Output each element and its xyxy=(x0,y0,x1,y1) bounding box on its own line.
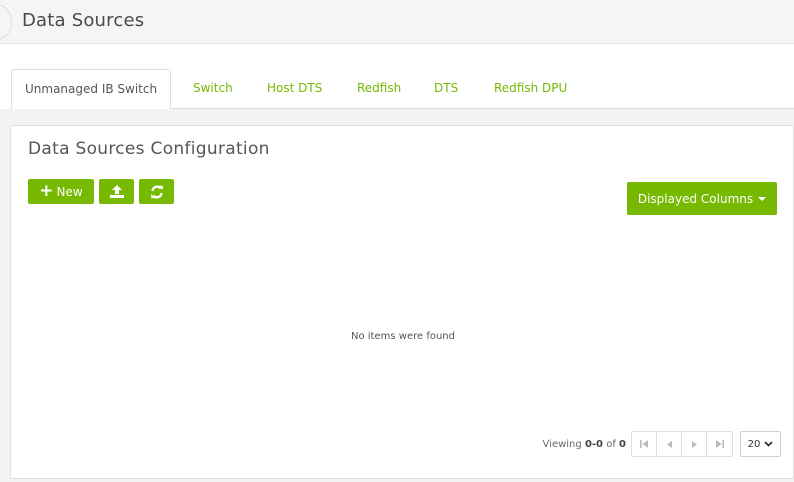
first-page-button[interactable] xyxy=(632,432,657,456)
viewing-of: of xyxy=(606,438,616,450)
prev-page-icon xyxy=(666,440,672,448)
refresh-button[interactable] xyxy=(139,179,174,204)
next-page-icon xyxy=(691,440,697,448)
new-button-label: New xyxy=(56,184,83,199)
upload-button[interactable] xyxy=(99,179,134,204)
caret-down-icon xyxy=(758,196,767,201)
sidebar-toggle[interactable] xyxy=(0,5,12,39)
tab-redfish[interactable]: Redfish xyxy=(344,69,414,109)
tab-host-dts[interactable]: Host DTS xyxy=(254,69,335,109)
last-page-icon xyxy=(715,440,724,448)
page-size-value: 20 xyxy=(747,438,761,450)
pager-buttons xyxy=(631,431,733,457)
upload-icon xyxy=(109,185,124,198)
viewing-range: 0-0 xyxy=(584,438,604,450)
page-title: Data Sources xyxy=(22,10,145,31)
chevron-down-icon xyxy=(764,441,773,447)
tab-dts[interactable]: DTS xyxy=(421,69,471,109)
viewing-total: 0 xyxy=(619,438,626,450)
page-size-select[interactable]: 20 xyxy=(740,431,781,457)
tab-redfish-dpu[interactable]: Redfish DPU xyxy=(481,69,580,109)
viewing-summary: Viewing 0-0 of 0 xyxy=(543,439,626,450)
pagination: Viewing 0-0 of 0 20 xyxy=(543,431,781,457)
new-button[interactable]: + New xyxy=(28,179,94,204)
page-header: Data Sources xyxy=(0,0,794,44)
tab-switch[interactable]: Switch xyxy=(180,69,246,109)
prev-page-button[interactable] xyxy=(657,432,682,456)
panel-title: Data Sources Configuration xyxy=(28,139,270,159)
page: Data Sources Unmanaged IB Switch Switch … xyxy=(0,0,794,482)
viewing-prefix: Viewing xyxy=(542,438,582,450)
empty-message: No items were found xyxy=(351,331,455,342)
data-sources-panel: Data Sources Configuration + New Display… xyxy=(10,125,794,479)
displayed-columns-label: Displayed Columns xyxy=(637,191,754,206)
first-page-icon xyxy=(640,440,648,448)
plus-icon: + xyxy=(39,181,54,201)
last-page-button[interactable] xyxy=(707,432,732,456)
displayed-columns-button[interactable]: Displayed Columns xyxy=(627,182,777,215)
tab-unmanaged-ib-switch[interactable]: Unmanaged IB Switch xyxy=(11,69,172,109)
refresh-icon xyxy=(150,185,163,198)
next-page-button[interactable] xyxy=(682,432,707,456)
